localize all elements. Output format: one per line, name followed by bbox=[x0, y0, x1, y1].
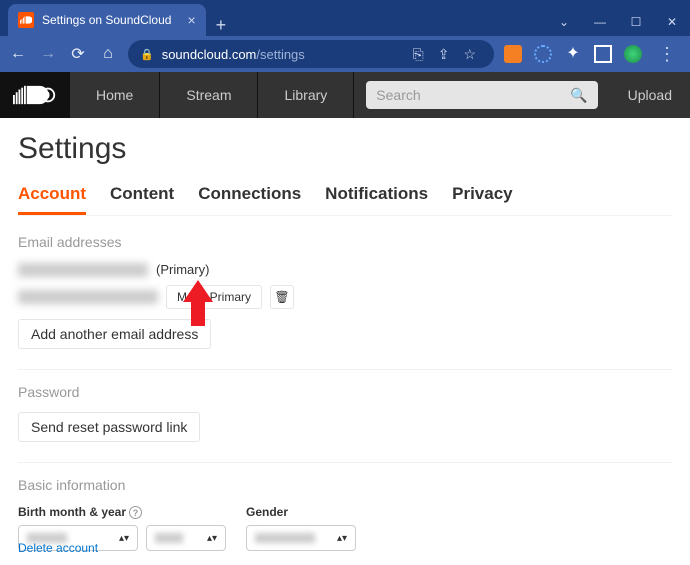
delete-email-icon[interactable]: 🗑 bbox=[270, 285, 294, 309]
birth-year-select[interactable]: ▴▾ bbox=[146, 525, 226, 551]
browser-titlebar: Settings on SoundCloud × + ⌄ ― ☐ ✕ bbox=[0, 0, 690, 36]
secondary-email-redacted bbox=[18, 290, 158, 304]
back-icon[interactable]: ← bbox=[8, 44, 28, 64]
search-icon[interactable]: 🔍 bbox=[570, 87, 587, 104]
extensions-icon[interactable]: ✦ bbox=[564, 45, 582, 63]
extension-icon-3[interactable] bbox=[594, 45, 612, 63]
divider bbox=[18, 462, 672, 463]
browser-toolbar: ← → ⟳ ⌂ 🔒 soundcloud.com/settings ⎘ ⇪ ☆ … bbox=[0, 36, 690, 72]
search-input[interactable]: Search 🔍 bbox=[366, 81, 597, 109]
tab-title: Settings on SoundCloud bbox=[42, 13, 171, 27]
basic-info-label: Basic information bbox=[18, 477, 672, 493]
nav-home[interactable]: Home bbox=[70, 72, 160, 118]
bookmark-icon[interactable]: ☆ bbox=[463, 46, 476, 63]
gender-select[interactable]: ▴▾ bbox=[246, 525, 356, 551]
new-tab-button[interactable]: + bbox=[206, 15, 237, 36]
primary-email-redacted bbox=[18, 263, 148, 277]
upload-link[interactable]: Upload bbox=[610, 72, 690, 118]
gender-label: Gender bbox=[246, 505, 356, 519]
soundcloud-header: Home Stream Library Search 🔍 Upload bbox=[0, 72, 690, 118]
soundcloud-logo[interactable] bbox=[0, 72, 70, 118]
window-maximize-icon[interactable]: ☐ bbox=[618, 8, 654, 36]
tab-notifications[interactable]: Notifications bbox=[325, 184, 428, 215]
chevron-updown-icon: ▴▾ bbox=[207, 533, 217, 544]
make-primary-button[interactable]: Make Primary bbox=[166, 285, 262, 309]
search-placeholder: Search bbox=[376, 87, 420, 103]
lock-icon: 🔒 bbox=[140, 48, 154, 61]
settings-tabs: Account Content Connections Notification… bbox=[18, 184, 672, 216]
tab-privacy[interactable]: Privacy bbox=[452, 184, 513, 215]
browser-tab[interactable]: Settings on SoundCloud × bbox=[8, 4, 206, 36]
url-path: /settings bbox=[256, 47, 304, 62]
tab-connections[interactable]: Connections bbox=[198, 184, 301, 215]
reset-password-button[interactable]: Send reset password link bbox=[18, 412, 200, 442]
home-icon[interactable]: ⌂ bbox=[98, 44, 118, 64]
browser-menu-icon[interactable]: ⋮ bbox=[652, 44, 682, 65]
soundcloud-favicon bbox=[18, 12, 34, 28]
delete-account-link[interactable]: Delete account bbox=[18, 541, 98, 555]
password-section-label: Password bbox=[18, 384, 672, 400]
window-close-icon[interactable]: ✕ bbox=[654, 8, 690, 36]
add-email-button[interactable]: Add another email address bbox=[18, 319, 211, 349]
url-domain: soundcloud.com bbox=[162, 47, 257, 62]
url-bar[interactable]: 🔒 soundcloud.com/settings ⎘ ⇪ ☆ bbox=[128, 40, 494, 68]
primary-suffix: (Primary) bbox=[156, 262, 209, 277]
nav-library[interactable]: Library bbox=[258, 72, 354, 118]
install-app-icon[interactable]: ⎘ bbox=[413, 46, 424, 63]
tab-account[interactable]: Account bbox=[18, 184, 86, 215]
reload-icon[interactable]: ⟳ bbox=[68, 44, 88, 64]
help-icon[interactable]: ? bbox=[129, 506, 142, 519]
tab-content[interactable]: Content bbox=[110, 184, 174, 215]
nav-stream[interactable]: Stream bbox=[160, 72, 258, 118]
tab-close-icon[interactable]: × bbox=[187, 12, 195, 28]
forward-icon[interactable]: → bbox=[38, 44, 58, 64]
email-section-label: Email addresses bbox=[18, 234, 672, 250]
window-minimize-icon[interactable]: ― bbox=[582, 8, 618, 36]
birth-label: Birth month & year? bbox=[18, 505, 226, 519]
chevron-updown-icon: ▴▾ bbox=[337, 533, 347, 544]
extension-icon-1[interactable] bbox=[504, 45, 522, 63]
profile-avatar-icon[interactable] bbox=[624, 45, 642, 63]
window-dropdown-icon[interactable]: ⌄ bbox=[546, 8, 582, 36]
divider bbox=[18, 369, 672, 370]
page-title: Settings bbox=[18, 132, 672, 166]
chevron-updown-icon: ▴▾ bbox=[119, 533, 129, 544]
extension-icon-2[interactable] bbox=[534, 45, 552, 63]
share-icon[interactable]: ⇪ bbox=[438, 46, 450, 63]
